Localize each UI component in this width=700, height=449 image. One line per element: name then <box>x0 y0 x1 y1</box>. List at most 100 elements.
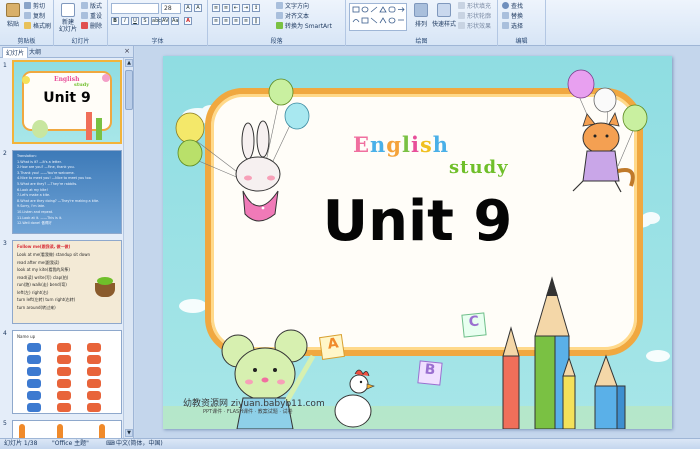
pencil-icon <box>86 112 92 140</box>
shadow-icon[interactable]: S <box>141 17 149 25</box>
paste-button[interactable]: 粘贴 <box>3 3 23 28</box>
align-text-button[interactable]: 对齐文本 <box>276 12 309 21</box>
grow-font-icon[interactable]: A <box>184 4 192 12</box>
replace-button[interactable]: 替换 <box>502 12 523 21</box>
align-left-icon[interactable]: ≡ <box>212 17 220 25</box>
fox-icon <box>57 355 71 364</box>
layout-button[interactable]: 版式 <box>81 2 102 11</box>
change-case-icon[interactable]: Aa <box>171 17 179 25</box>
slides-group-label: 幻灯片 <box>71 38 90 45</box>
scissors-icon <box>24 2 31 9</box>
arrange-button[interactable]: 排列 <box>410 3 432 28</box>
fox-icon <box>87 379 101 388</box>
slides-panel: 幻灯片 大纲 × 1 English study Unit 9 2 Transl… <box>0 46 134 438</box>
outline-icon <box>458 12 465 19</box>
shape-effects-button[interactable]: 形状效果 <box>458 22 491 31</box>
slide-thumbnail-1[interactable]: English study Unit 9 <box>12 60 122 144</box>
cut-button[interactable]: 剪切 <box>24 2 45 11</box>
font-group-label: 字体 <box>151 38 164 45</box>
cube-letter-b: B <box>423 361 437 379</box>
slide-thumbnail-2[interactable]: Translation: 1.What is it? —It's a letter… <box>12 150 122 234</box>
find-button[interactable]: 查找 <box>502 2 523 11</box>
panel-scrollbar[interactable]: ▲ ▼ <box>123 58 133 438</box>
clipboard-group: 粘贴 剪切 复制 格式刷 剪贴板 <box>0 0 54 46</box>
font-group: 28 A A B I U S abc AV Aa A 字体 <box>108 0 208 46</box>
plant-icon <box>97 277 113 285</box>
char-spacing-icon[interactable]: AV <box>161 17 169 25</box>
tab-slides[interactable]: 幻灯片 <box>2 47 29 58</box>
thumb-text-line: run(跑) walk(走) bend(弯) <box>17 282 67 287</box>
new-slide-button[interactable]: 新建 幻灯片 <box>57 3 79 33</box>
shape-fill-button[interactable]: 形状填充 <box>458 2 491 11</box>
english-letter: l <box>401 132 411 157</box>
arrange-icon <box>414 3 428 17</box>
status-language-icon: ⌨ <box>106 440 115 447</box>
scroll-up-icon[interactable]: ▲ <box>125 59 133 67</box>
brush-icon <box>24 22 31 29</box>
slide-thumbnail-5[interactable] <box>12 420 122 438</box>
balloon-icon <box>22 76 30 84</box>
bold-icon[interactable]: B <box>111 17 119 25</box>
thumb-text-line: look at my kite(看我的风筝) <box>17 267 70 272</box>
paragraph-group-label: 段落 <box>270 38 283 45</box>
justify-icon[interactable]: ≡ <box>242 17 250 25</box>
shrink-font-icon[interactable]: A <box>194 4 202 12</box>
slide-editor: English study Unit 9 A B C 幼教资源网 ziyuan.… <box>135 46 700 438</box>
slide-number-1: 1 <box>3 62 7 69</box>
line-spacing-icon[interactable]: ↕ <box>252 4 260 12</box>
close-icon[interactable]: × <box>124 47 130 55</box>
fill-icon <box>458 2 465 9</box>
bullets-icon[interactable]: ≡ <box>212 4 220 12</box>
slide-number-4: 4 <box>3 330 7 337</box>
fox-icon <box>87 343 101 352</box>
thumb-text-line: left(左) right(右) <box>17 289 49 295</box>
scroll-down-icon[interactable]: ▼ <box>125 429 133 437</box>
strikethrough-icon[interactable]: abc <box>151 17 161 25</box>
increase-indent-icon[interactable]: ⇥ <box>242 4 250 12</box>
status-theme: "Office 主题" <box>52 440 89 447</box>
delete-button[interactable]: 删除 <box>81 22 102 31</box>
smartart-button[interactable]: 转换为 SmartArt <box>276 22 332 31</box>
find-icon <box>502 2 509 9</box>
italic-icon[interactable]: I <box>121 17 129 25</box>
watermark-subtext: PPT课件 · FLASH课件 · 教案试题 · 试卷 <box>203 409 293 415</box>
scroll-thumb[interactable] <box>125 70 133 110</box>
quick-styles-button[interactable]: 快速样式 <box>432 3 456 28</box>
columns-icon[interactable]: ‖ <box>252 17 260 25</box>
elephant-icon <box>27 379 41 388</box>
balloon-icon <box>102 74 110 82</box>
english-letter: s <box>419 132 433 157</box>
font-color-icon[interactable]: A <box>184 17 192 25</box>
thumb-translation-text: Translation: 1.What is it? —It's a letter… <box>17 154 119 227</box>
slide-title[interactable]: Unit 9 <box>163 189 672 254</box>
format-painter-button[interactable]: 格式刷 <box>24 22 51 31</box>
decrease-indent-icon[interactable]: ⇤ <box>232 4 240 12</box>
align-right-icon[interactable]: ≡ <box>232 17 240 25</box>
smartart-icon <box>276 22 283 29</box>
fox-icon <box>87 391 101 400</box>
drawing-group: 排列 快速样式 形状填充 形状轮廓 形状效果 绘图 <box>346 0 498 46</box>
font-size-field[interactable]: 28 <box>161 3 181 14</box>
font-name-field[interactable] <box>111 3 159 14</box>
shapes-icon <box>352 6 405 24</box>
cube-letter-a: A <box>326 335 340 353</box>
slide-thumbnail-3[interactable]: Follow me(跟我读, 做一做) Look at me(看我做) stan… <box>12 240 122 324</box>
tab-outline[interactable]: 大纲 <box>26 47 44 58</box>
thumb-text-line: turn left(左转) turn right(右转) <box>17 297 76 302</box>
select-button[interactable]: 选择 <box>502 22 523 31</box>
fox-icon <box>57 367 71 376</box>
effects-icon <box>458 22 465 29</box>
slide-canvas[interactable]: English study Unit 9 A B C 幼教资源网 ziyuan.… <box>163 56 672 429</box>
numbering-icon[interactable]: ≡ <box>222 4 230 12</box>
align-center-icon[interactable]: ≡ <box>222 17 230 25</box>
text-direction-button[interactable]: 文字方向 <box>276 2 309 11</box>
elephant-icon <box>27 367 41 376</box>
status-language: 中文(简体，中国) <box>116 440 163 447</box>
underline-icon[interactable]: U <box>131 17 139 25</box>
slide-thumbnail-4[interactable]: Name up <box>12 330 122 414</box>
reset-button[interactable]: 重设 <box>81 12 102 21</box>
shapes-gallery[interactable] <box>349 3 407 31</box>
copy-button[interactable]: 复制 <box>24 12 45 21</box>
shape-outline-button[interactable]: 形状轮廓 <box>458 12 491 21</box>
english-heading: English <box>353 132 449 157</box>
